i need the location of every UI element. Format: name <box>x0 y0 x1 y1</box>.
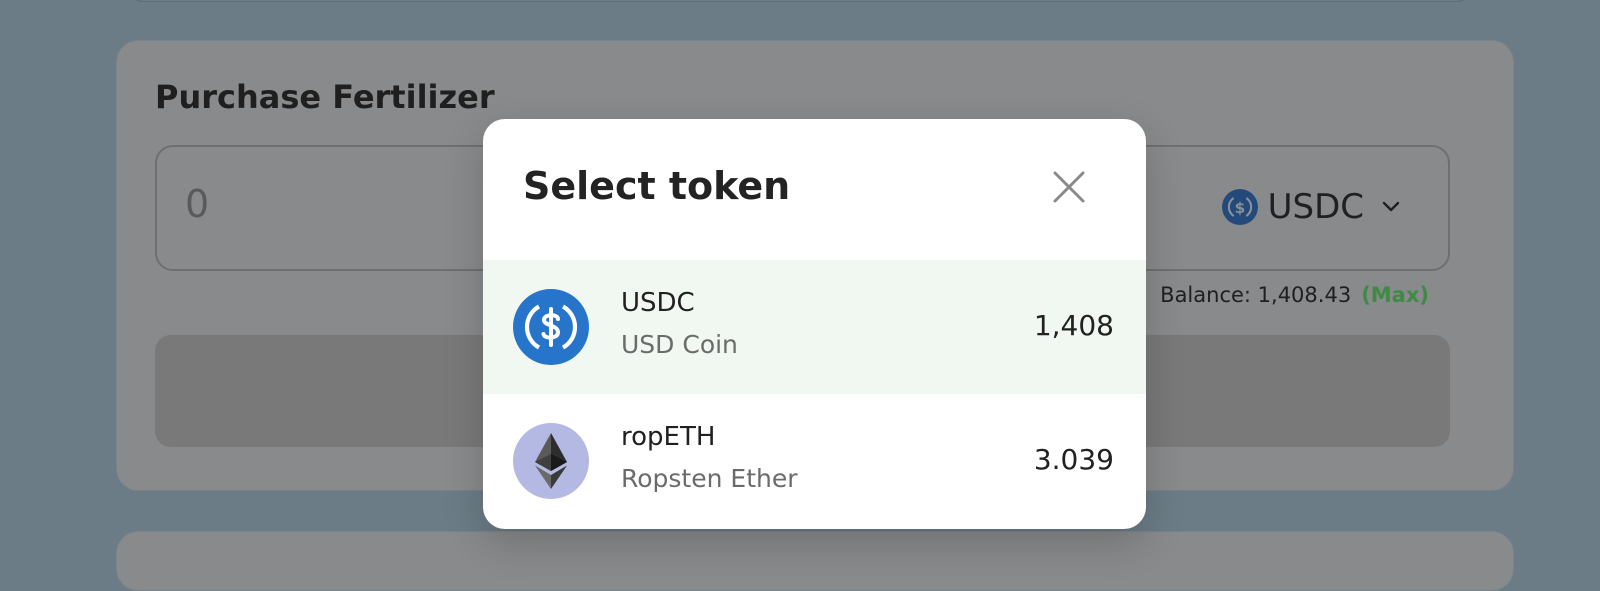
token-name: USD Coin <box>621 330 738 359</box>
token-symbol: ropETH <box>621 422 716 452</box>
token-symbol: USDC <box>621 288 695 318</box>
token-balance: 3.039 <box>1033 443 1114 476</box>
modal-title: Select token <box>523 164 791 208</box>
max-button[interactable]: (Max) <box>1361 283 1429 307</box>
usdc-icon: $ <box>1221 189 1258 225</box>
close-button[interactable] <box>1047 165 1091 209</box>
chevron-down-icon <box>1382 201 1400 212</box>
purchase-title: Purchase Fertilizer <box>155 78 495 116</box>
previous-card <box>128 0 1472 2</box>
token-balance: 1,408 <box>1033 309 1114 342</box>
selected-token-symbol: USDC <box>1267 187 1364 227</box>
token-selector[interactable]: $ USDC <box>1221 187 1402 227</box>
balance-row: Balance: 1,408.43 (Max) <box>1160 285 1429 306</box>
usdc-icon <box>513 289 589 365</box>
token-list: USDC USD Coin 1,408 ropETH Ropsten Ether… <box>483 260 1146 528</box>
select-token-modal: Select token USDC USD Coin 1,408 ropETH … <box>483 119 1146 529</box>
close-icon <box>1053 171 1085 203</box>
amount-value: 0 <box>185 182 210 226</box>
svg-text:$: $ <box>1234 199 1245 217</box>
ethereum-icon <box>513 423 589 499</box>
token-row-usdc[interactable]: USDC USD Coin 1,408 <box>483 260 1146 394</box>
next-card <box>116 531 1514 591</box>
token-row-ropeth[interactable]: ropETH Ropsten Ether 3.039 <box>483 394 1146 528</box>
token-name: Ropsten Ether <box>621 464 798 493</box>
balance-text: Balance: 1,408.43 <box>1160 283 1352 307</box>
